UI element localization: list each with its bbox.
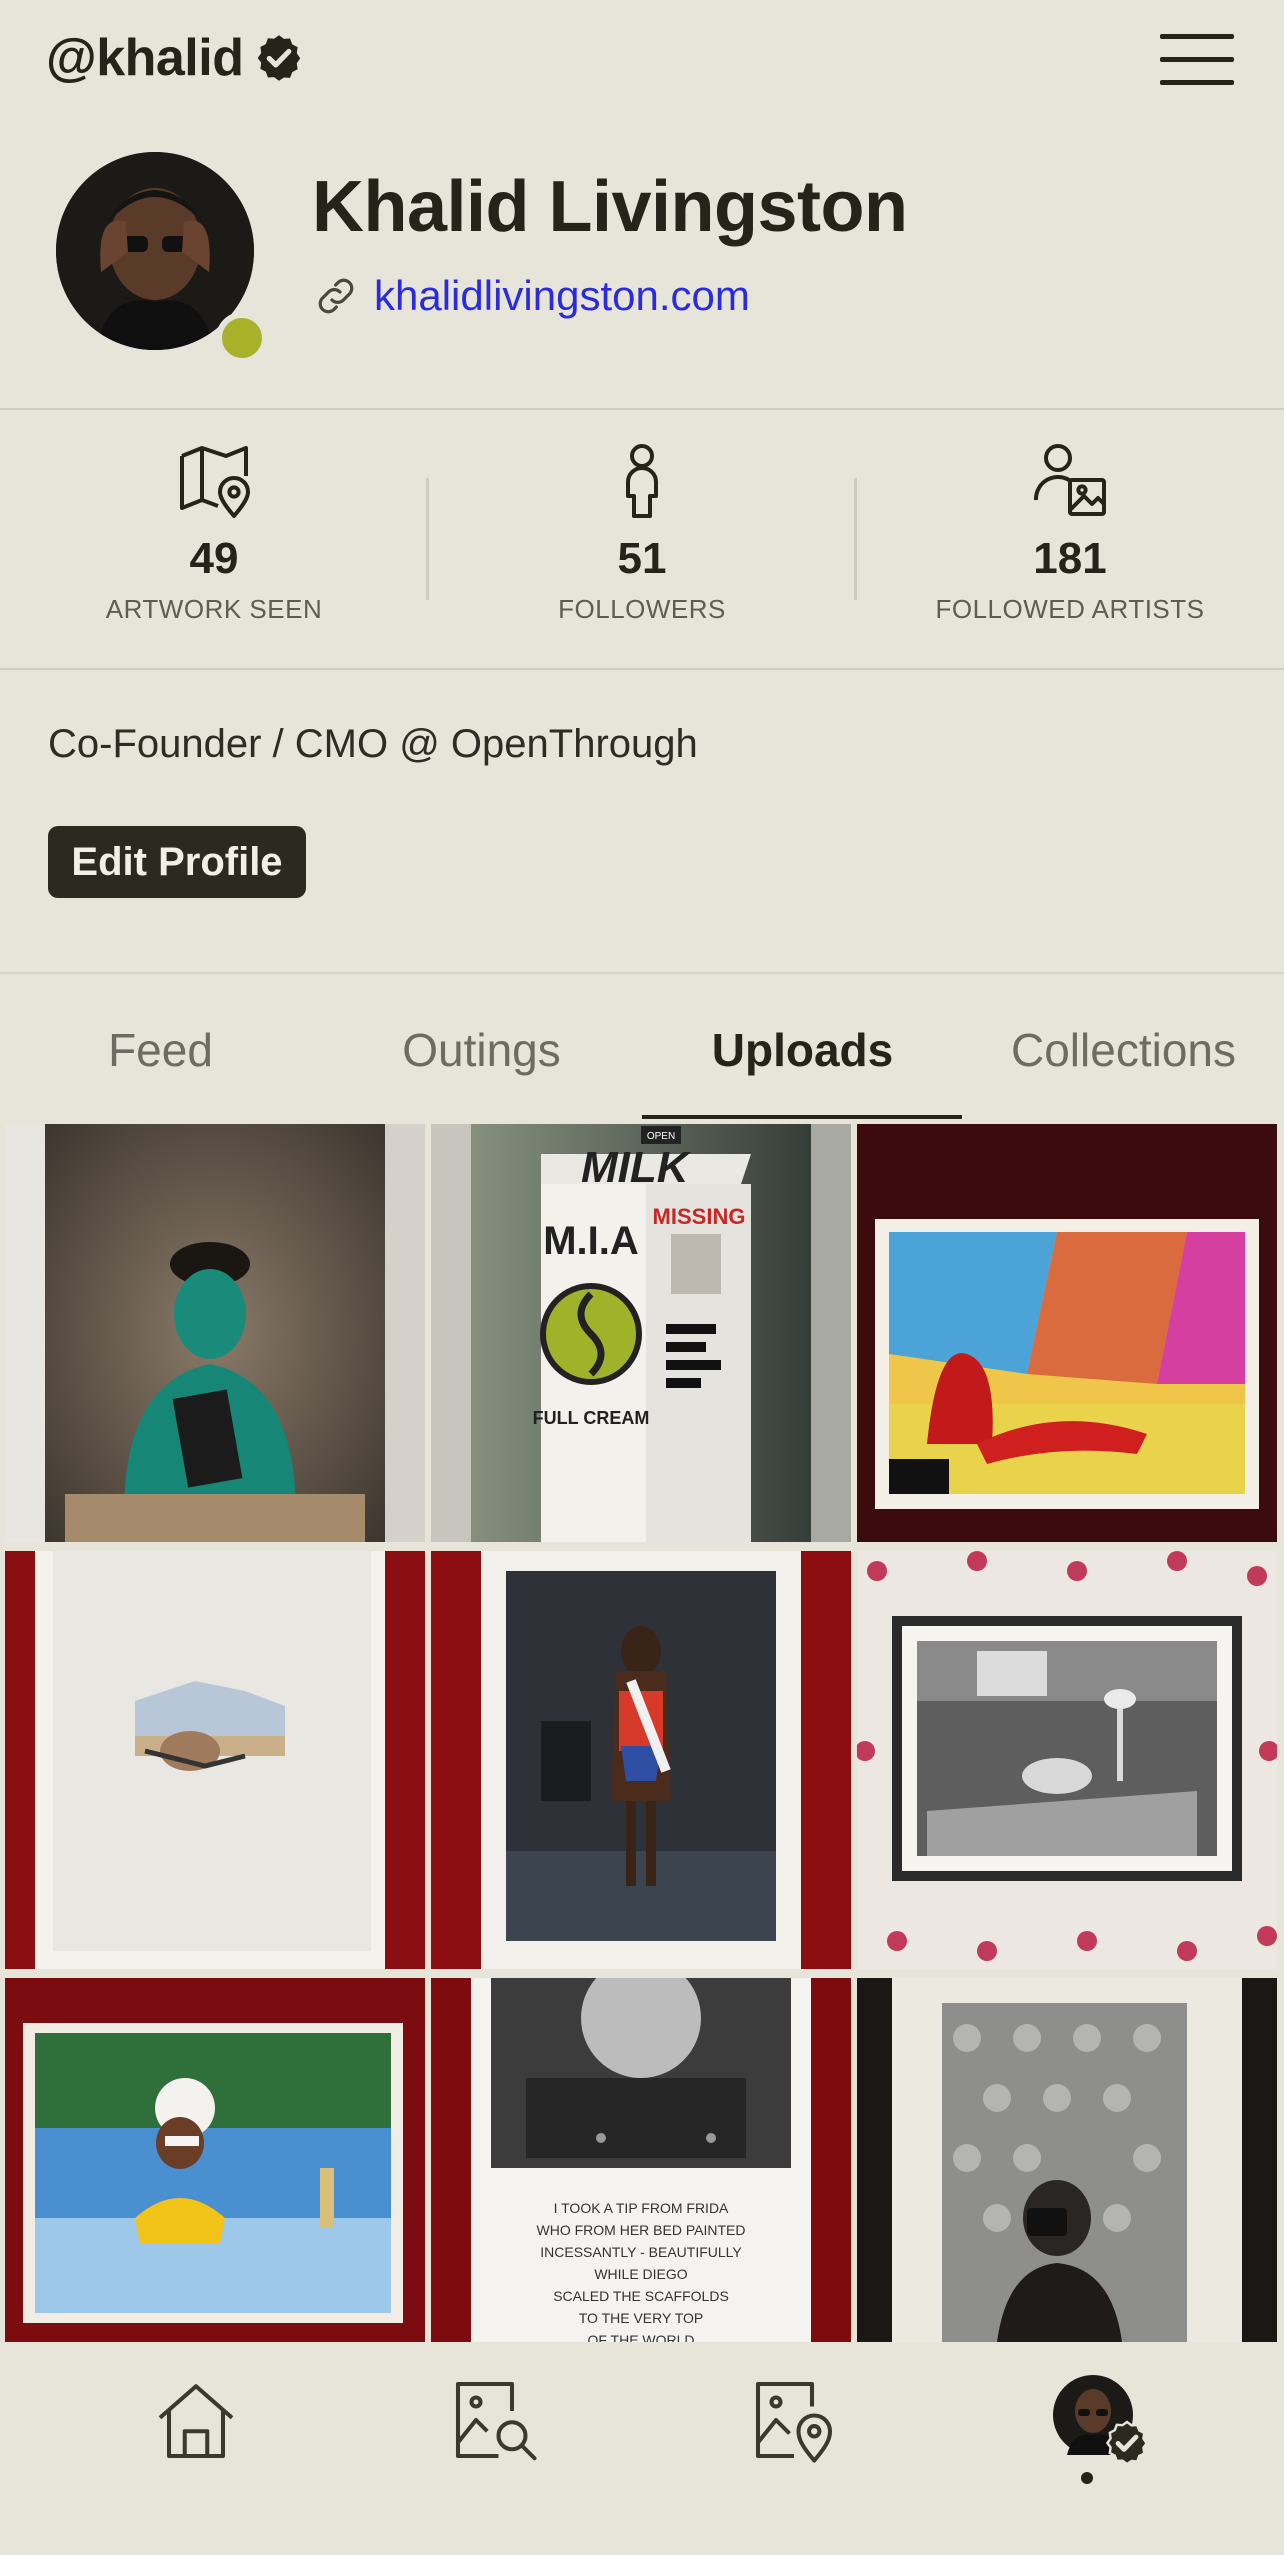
stat-followed-artists[interactable]: 181 FOLLOWED ARTISTS [856, 440, 1284, 625]
home-icon [158, 2384, 234, 2459]
tab-feed[interactable]: Feed [0, 980, 321, 1120]
profile-name: Khalid Livingston [312, 167, 908, 247]
divider [0, 408, 1284, 410]
hamburger-menu-icon[interactable] [1160, 34, 1234, 86]
upload-tile[interactable] [5, 1124, 425, 1542]
stat-value: 49 [189, 534, 239, 583]
tab-uploads[interactable]: Uploads [642, 980, 963, 1120]
artwork-text: WHO FROM HER BED PAINTED [537, 2222, 746, 2238]
upload-tile[interactable] [857, 1978, 1277, 2342]
stat-label: FOLLOWED ARTISTS [935, 594, 1205, 624]
upload-tile[interactable] [857, 1124, 1277, 1542]
edit-profile-button[interactable]: Edit Profile [48, 826, 306, 898]
stat-followers[interactable]: 51 FOLLOWERS [428, 440, 856, 625]
artwork-text: SCALED THE SCAFFOLDS [553, 2288, 729, 2304]
artwork-text: I TOOK A TIP FROM FRIDA [554, 2200, 729, 2216]
nav-search-artwork[interactable] [434, 2360, 554, 2480]
artwork-text: MISSING [653, 1204, 746, 1229]
upload-tile[interactable] [857, 1551, 1277, 1969]
nav-home[interactable] [136, 2360, 256, 2480]
profile-bio: Co-Founder / CMO @ OpenThrough [48, 722, 698, 766]
stat-value: 181 [1033, 534, 1107, 583]
website-text[interactable]: khalidlivingston.com [374, 272, 750, 320]
top-bar: @khalid [0, 0, 1284, 130]
upload-tile[interactable]: OPEN MILK M.I.A MISSING FULL CREAM [431, 1124, 851, 1542]
artwork-text: MILK [581, 1143, 692, 1192]
active-nav-dot [1081, 2472, 1093, 2484]
divider [0, 668, 1284, 670]
stat-label: FOLLOWERS [558, 594, 726, 624]
divider [0, 972, 1284, 974]
person-icon [626, 444, 658, 518]
search-artwork-icon [455, 2381, 537, 2461]
tab-outings[interactable]: Outings [321, 980, 642, 1120]
artwork-text: TO THE VERY TOP [579, 2310, 704, 2326]
active-tab-indicator [642, 1115, 962, 1119]
profile-handle: @khalid [46, 28, 305, 88]
upload-tile[interactable]: I TOOK A TIP FROM FRIDA WHO FROM HER BED… [431, 1978, 851, 2342]
artwork-text: INCESSANTLY - BEAUTIFULLY [540, 2244, 742, 2260]
nav-artwork-location[interactable] [734, 2360, 854, 2480]
upload-tile[interactable] [5, 1551, 425, 1969]
artwork-location-icon [755, 2381, 833, 2463]
verified-badge-icon [258, 35, 301, 81]
stat-value: 51 [617, 534, 667, 583]
nav-profile[interactable] [1028, 2360, 1168, 2480]
artwork-text: M.I.A [543, 1219, 639, 1263]
stat-artwork-seen[interactable]: 49 ARTWORK SEEN [0, 440, 428, 625]
artwork-text: OF THE WORLD [587, 2332, 694, 2342]
stat-label: ARTWORK SEEN [105, 594, 323, 624]
artwork-text: WHILE DIEGO [594, 2266, 687, 2282]
artwork-text: OPEN [647, 1131, 675, 1142]
map-pin-icon [180, 446, 250, 518]
profile-avatar-icon [1053, 2375, 1149, 2466]
upload-tile[interactable] [5, 1978, 425, 2342]
profile-tabs: Feed Outings Uploads Collections [0, 980, 1284, 1120]
tab-collections[interactable]: Collections [963, 980, 1284, 1120]
website-link[interactable]: khalidlivingston.com [312, 272, 750, 320]
handle-text: @khalid [46, 29, 244, 87]
link-icon [318, 278, 354, 314]
online-status-indicator [216, 312, 268, 364]
person-image-icon [1033, 444, 1106, 516]
artwork-text: FULL CREAM [533, 1408, 650, 1428]
upload-tile[interactable] [431, 1551, 851, 1969]
verified-badge-icon [1105, 2420, 1149, 2466]
